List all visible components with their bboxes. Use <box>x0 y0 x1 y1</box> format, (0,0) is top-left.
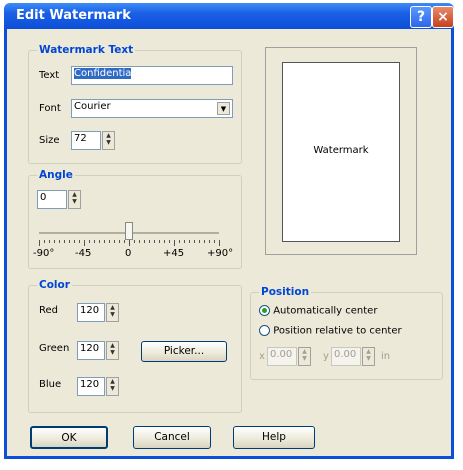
slider-tick <box>104 240 105 243</box>
slider-tick <box>94 240 95 243</box>
radio-checked-icon <box>259 305 270 316</box>
color-legend: Color <box>37 279 72 291</box>
slider-tick <box>214 240 215 243</box>
window-title: Edit Watermark <box>16 8 131 23</box>
slider-tick <box>209 240 210 243</box>
relative-center-label: Position relative to center <box>273 325 402 337</box>
size-input[interactable]: 72 <box>71 131 101 150</box>
slider-tick <box>124 240 125 243</box>
watermark-text-group: Watermark Text Text Confidentia Font Cou… <box>28 44 242 164</box>
slider-tick <box>204 240 205 243</box>
slider-tick <box>84 240 85 246</box>
slider-tick <box>39 240 40 246</box>
size-spinner[interactable]: ▲ ▼ <box>102 131 115 150</box>
slider-tick <box>189 240 190 243</box>
slider-tick <box>69 240 70 243</box>
red-input[interactable]: 120 <box>77 303 105 322</box>
slider-tick <box>139 240 140 243</box>
text-input[interactable]: Confidentia <box>71 66 233 85</box>
relative-center-radio[interactable]: Position relative to center <box>259 325 402 337</box>
text-label: Text <box>39 70 60 81</box>
help-button[interactable]: Help <box>233 426 315 449</box>
slider-tick <box>164 240 165 243</box>
slider-tick <box>64 240 65 243</box>
title-bar[interactable]: Edit Watermark ? × <box>4 3 454 29</box>
chevron-down-icon[interactable]: ▼ <box>217 102 230 115</box>
cancel-button[interactable]: Cancel <box>133 426 211 449</box>
slider-tick <box>134 240 135 243</box>
angle-slider-ticks <box>39 240 220 246</box>
y-spinner[interactable]: ▲ ▼ <box>362 347 375 366</box>
radio-unchecked-icon <box>259 325 270 336</box>
slider-tick <box>194 240 195 243</box>
slider-tick <box>129 240 130 246</box>
slider-tick <box>54 240 55 243</box>
slider-tick <box>149 240 150 243</box>
slider-tick <box>74 240 75 243</box>
slider-tick <box>179 240 180 243</box>
position-legend: Position <box>259 286 312 298</box>
angle-legend: Angle <box>37 169 75 181</box>
slider-tick <box>49 240 50 243</box>
angle-tick-label: 0 <box>125 248 132 259</box>
size-label: Size <box>39 135 60 146</box>
angle-tick-label: -90° <box>33 248 55 259</box>
slider-tick <box>119 240 120 243</box>
slider-tick <box>99 240 100 243</box>
slider-tick <box>79 240 80 243</box>
slider-tick <box>109 240 110 243</box>
green-input[interactable]: 120 <box>77 341 105 360</box>
slider-tick <box>89 240 90 243</box>
angle-tick-label: +90° <box>207 248 234 259</box>
angle-input[interactable]: 0 <box>37 190 67 209</box>
angle-tick-label: -45 <box>75 248 92 259</box>
slider-tick <box>44 240 45 243</box>
watermark-text-legend: Watermark Text <box>37 44 136 56</box>
angle-slider-thumb[interactable] <box>125 222 133 240</box>
slider-tick <box>154 240 155 243</box>
ok-button[interactable]: OK <box>30 426 108 449</box>
slider-tick <box>219 240 220 246</box>
slider-tick <box>174 240 175 246</box>
y-label: y <box>323 351 329 362</box>
angle-tick-label: +45 <box>163 248 185 259</box>
slider-tick <box>184 240 185 243</box>
font-select-value: Courier <box>74 101 111 112</box>
y-input[interactable]: 0.00 <box>331 347 361 366</box>
angle-spinner[interactable]: ▲ ▼ <box>68 190 81 209</box>
angle-group: Angle 0 ▲ ▼ -90° -45 0 +45 +90° <box>28 169 242 269</box>
unit-label: in <box>381 351 391 362</box>
close-icon[interactable]: × <box>432 6 454 28</box>
green-spinner[interactable]: ▲ ▼ <box>106 341 119 360</box>
slider-tick <box>114 240 115 243</box>
picker-button[interactable]: Picker... <box>141 341 227 362</box>
red-label: Red <box>39 305 58 316</box>
auto-center-label: Automatically center <box>273 305 378 317</box>
x-label: x <box>259 351 265 362</box>
slider-tick <box>199 240 200 243</box>
preview-panel: Watermark <box>265 47 417 255</box>
preview-page: Watermark <box>282 62 400 242</box>
help-icon[interactable]: ? <box>410 6 432 28</box>
color-group: Color Red 120 ▲ ▼ Green 120 ▲ ▼ Picker... … <box>28 279 242 413</box>
slider-tick <box>59 240 60 243</box>
red-spinner[interactable]: ▲ ▼ <box>106 303 119 322</box>
green-label: Green <box>39 343 70 354</box>
slider-tick <box>159 240 160 243</box>
font-select[interactable]: Courier ▼ <box>71 99 233 118</box>
blue-spinner[interactable]: ▲ ▼ <box>106 377 119 396</box>
slider-tick <box>169 240 170 243</box>
slider-tick <box>144 240 145 243</box>
dialog-body: Watermark Text Text Confidentia Font Cou… <box>4 29 454 459</box>
x-spinner[interactable]: ▲ ▼ <box>298 347 311 366</box>
blue-input[interactable]: 120 <box>77 377 105 396</box>
preview-watermark-text: Watermark <box>313 145 369 156</box>
position-group: Position Automatically center Position r… <box>250 286 443 380</box>
blue-label: Blue <box>39 379 62 390</box>
x-input[interactable]: 0.00 <box>267 347 297 366</box>
auto-center-radio[interactable]: Automatically center <box>259 305 377 317</box>
text-input-value: Confidentia <box>74 68 132 79</box>
font-label: Font <box>39 103 61 114</box>
